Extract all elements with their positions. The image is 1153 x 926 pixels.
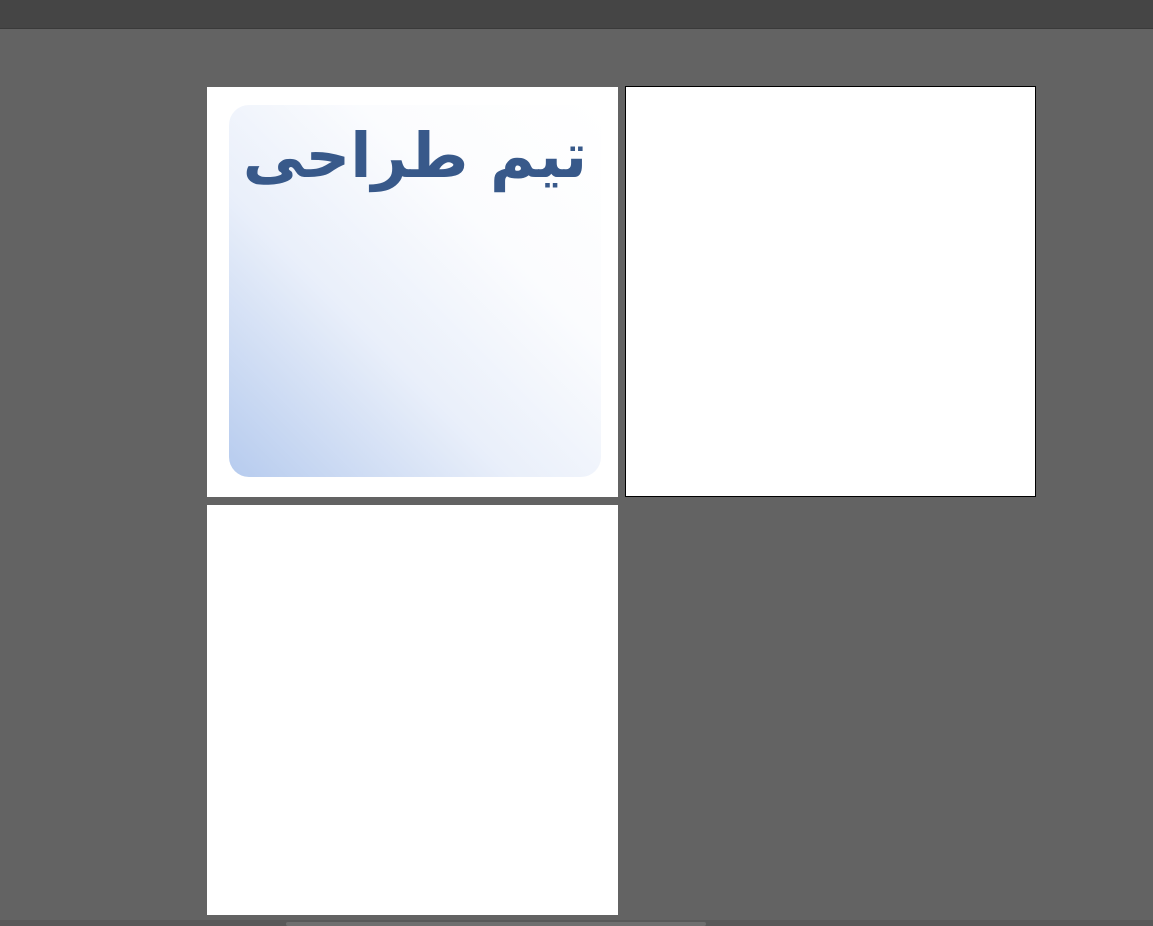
artboard-1[interactable]: تیم طراحی: [207, 87, 618, 497]
top-toolbar: [0, 0, 1153, 29]
card-title[interactable]: تیم طراحی: [229, 111, 601, 201]
app-window: تیم طراحی: [0, 0, 1153, 926]
artboard-2[interactable]: [625, 86, 1036, 497]
artboard-3[interactable]: [207, 505, 618, 915]
scrollbar-thumb[interactable]: [286, 922, 706, 926]
gradient-card[interactable]: تیم طراحی: [229, 105, 601, 477]
